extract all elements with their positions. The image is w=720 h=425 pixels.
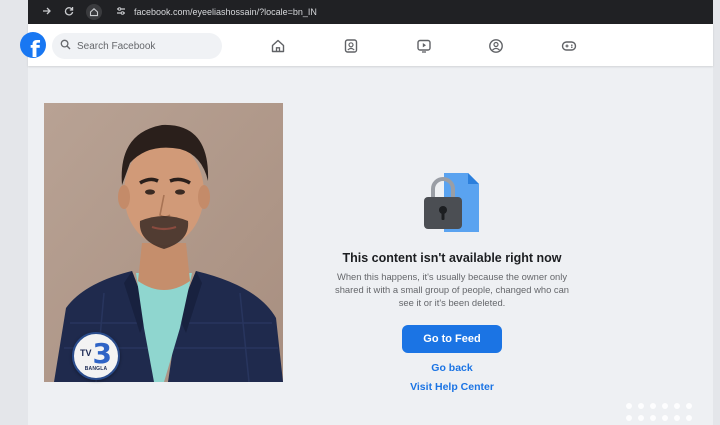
go-back-link[interactable]: Go back: [352, 362, 552, 374]
address-url: facebook.com/eyeeliashossain/?locale=bn_…: [134, 7, 317, 17]
tv3-bangla-logo: TV 3 BANGLA: [72, 332, 120, 380]
home-icon[interactable]: [269, 37, 287, 55]
search-input[interactable]: [77, 40, 207, 52]
visit-help-center-link[interactable]: Visit Help Center: [352, 381, 552, 393]
description-line: When this happens, it's usually because …: [336, 271, 568, 282]
dot-pattern: [626, 403, 692, 421]
unavailable-title: This content isn't available right now: [342, 251, 562, 265]
site-settings-icon[interactable]: [116, 3, 126, 21]
logo-bangla-text: BANGLA: [84, 366, 108, 372]
description-line: see it or it's been deleted.: [398, 297, 506, 308]
friends-icon[interactable]: [342, 37, 360, 55]
facebook-logo[interactable]: f: [20, 32, 46, 58]
logo-tv-text: TV: [80, 348, 92, 358]
reload-icon[interactable]: [64, 6, 74, 18]
go-to-feed-button[interactable]: Go to Feed: [402, 325, 502, 353]
gaming-icon[interactable]: [560, 37, 578, 55]
browser-toolbar: facebook.com/eyeeliashossain/?locale=bn_…: [28, 0, 713, 24]
facebook-header: f: [20, 24, 713, 66]
logo-number: 3: [92, 337, 112, 370]
description-line: shared it with a small group of people, …: [335, 284, 569, 295]
address-bar[interactable]: facebook.com/eyeeliashossain/?locale=bn_…: [116, 3, 317, 21]
search-icon: [60, 37, 71, 55]
forward-icon[interactable]: [42, 6, 52, 18]
search-box[interactable]: [52, 33, 222, 59]
home-icon[interactable]: [86, 4, 102, 20]
facebook-logo-letter: f: [30, 38, 40, 59]
watch-icon[interactable]: [415, 37, 433, 55]
unavailable-description: When this happens, it's usually because …: [292, 270, 612, 309]
groups-icon[interactable]: [487, 37, 505, 55]
screenshot-frame: facebook.com/eyeeliashossain/?locale=bn_…: [20, 0, 713, 425]
lock-icon: [422, 170, 482, 236]
